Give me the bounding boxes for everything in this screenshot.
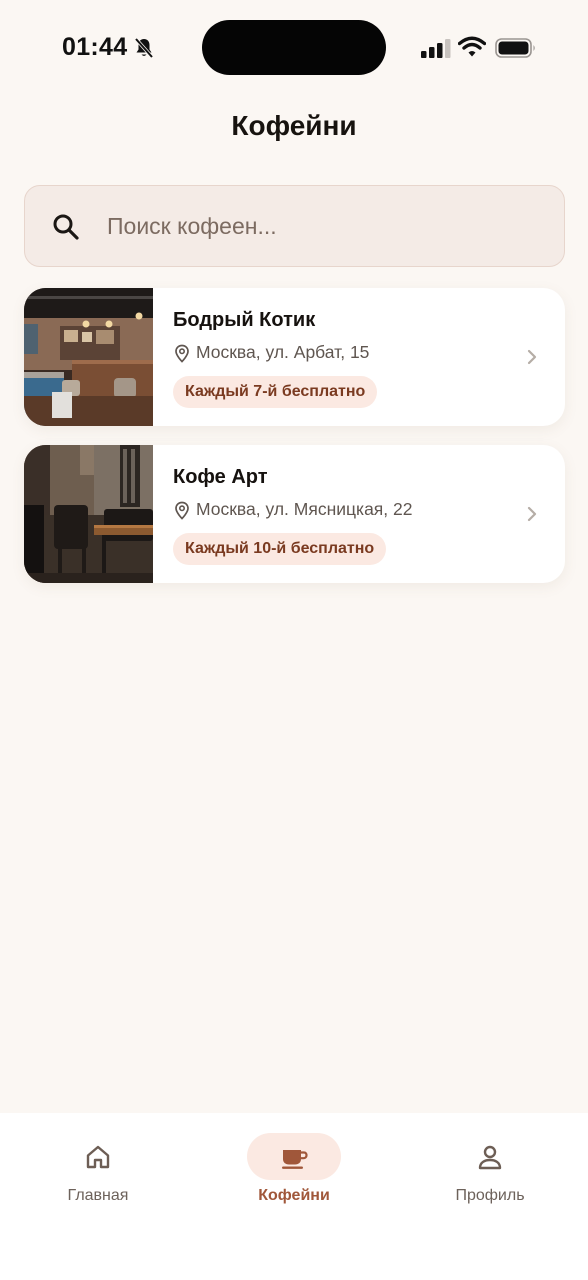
cafe-name: Бодрый Котик	[173, 309, 316, 331]
tab-cafes[interactable]: Кофейни	[196, 1113, 392, 1233]
cafes-screen: 01:44 Кофейни Поиск кофеен... Бодрый Кот…	[0, 0, 588, 1280]
search-placeholder: Поиск кофеен...	[107, 213, 277, 239]
bell-muted-icon	[134, 37, 154, 59]
chevron-right-icon	[527, 506, 537, 522]
tab-bar: Главная Кофейни Профиль	[0, 1113, 588, 1280]
cafe-photo	[24, 445, 153, 583]
search-input[interactable]: Поиск кофеен...	[24, 185, 565, 267]
status-bar: 01:44	[0, 0, 588, 96]
tab-profile[interactable]: Профиль	[392, 1113, 588, 1233]
loyalty-badge: Каждый 10-й бесплатно	[173, 533, 387, 565]
tab-home[interactable]: Главная	[0, 1113, 196, 1233]
home-icon	[86, 1145, 110, 1169]
location-pin-icon	[175, 501, 189, 520]
status-time: 01:44	[62, 33, 128, 61]
person-icon	[478, 1145, 502, 1170]
battery-icon	[495, 38, 535, 58]
tab-label: Главная	[67, 1187, 129, 1204]
cafe-photo	[24, 288, 153, 426]
cafe-card[interactable]: Кофе Арт Москва, ул. Мясницкая, 22 Кажды…	[24, 445, 565, 583]
page-title: Кофейни	[231, 110, 357, 141]
tab-label: Кофейни	[258, 1187, 330, 1204]
location-pin-icon	[175, 344, 189, 363]
wifi-icon	[458, 36, 486, 57]
tab-label: Профиль	[455, 1187, 525, 1204]
cellular-signal-icon	[421, 39, 451, 58]
coffee-cup-icon	[282, 1150, 308, 1169]
chevron-right-icon	[527, 349, 537, 365]
cafe-name: Кофе Арт	[173, 466, 268, 488]
loyalty-badge: Каждый 7-й бесплатно	[173, 376, 378, 408]
cafe-address: Москва, ул. Арбат, 15	[196, 342, 370, 362]
dynamic-island	[202, 20, 386, 75]
search-icon	[53, 214, 79, 240]
cafe-address: Москва, ул. Мясницкая, 22	[196, 499, 413, 519]
cafe-card[interactable]: Бодрый Котик Москва, ул. Арбат, 15 Кажды…	[24, 288, 565, 426]
